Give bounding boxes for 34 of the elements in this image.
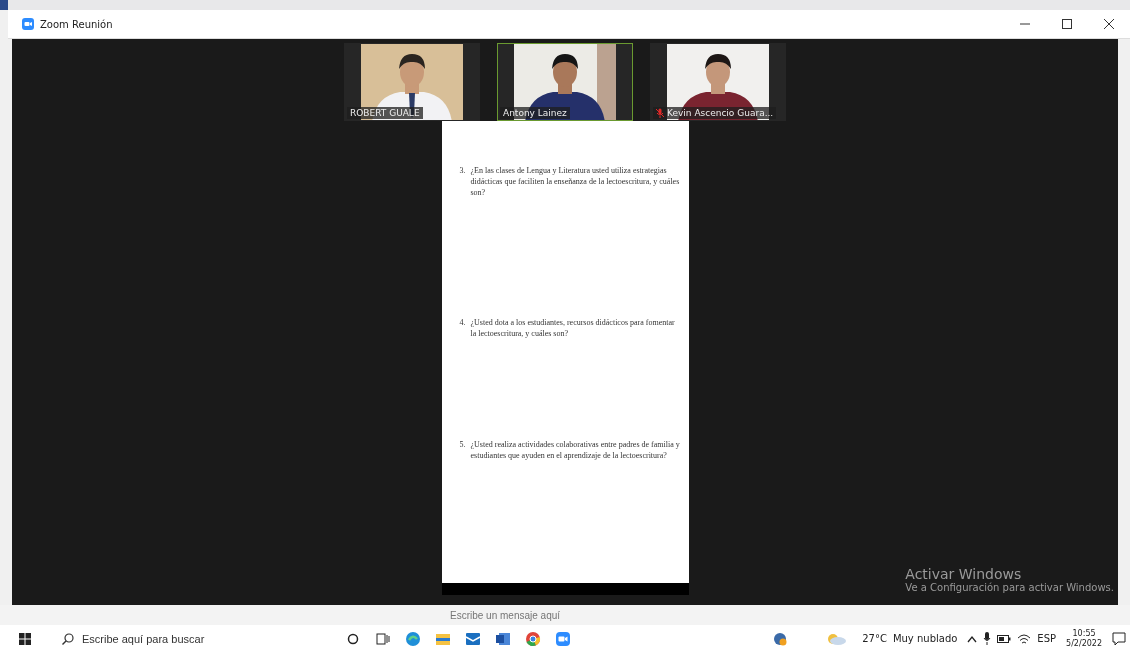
task-view-icon[interactable] <box>376 632 390 645</box>
activation-text: Ve a Configuración para activar Windows. <box>905 582 1114 593</box>
clock[interactable]: 10:55 5/2/2022 <box>1062 628 1106 649</box>
close-icon[interactable] <box>1104 19 1114 29</box>
video-tile[interactable]: Kevin Ascencio Guara... <box>650 43 786 121</box>
question-number: 3. <box>459 165 466 177</box>
video-tile[interactable]: ROBERT GUALE <box>344 43 480 121</box>
question-text: ¿Usted realiza actividades colaborativas entre padres de familia y estudiantes que ayuden en el aprendizaje de la lectoescritura? <box>470 438 681 462</box>
temperature: 27°C <box>862 633 887 644</box>
participant-name: Kevin Ascencio Guara... <box>667 108 774 118</box>
participant-name: Antony Lainez <box>503 108 567 118</box>
search-icon <box>62 632 74 645</box>
circle-icon[interactable] <box>347 632 359 645</box>
microphone-icon[interactable] <box>983 632 992 645</box>
language-indicator[interactable]: ESP <box>1037 633 1057 644</box>
app-tray-icon[interactable] <box>772 630 789 647</box>
battery-icon[interactable] <box>997 633 1012 644</box>
question-number: 4. <box>459 316 466 329</box>
start-icon[interactable] <box>19 632 31 645</box>
window-title: Zoom Reunión <box>40 18 113 30</box>
question-text: ¿Usted dota a los estudiantes, recursos didácticos para fomentar la lectoescritura, y cuáles son? <box>470 316 676 339</box>
activation-title: Activar Windows <box>905 566 1023 582</box>
video-tile[interactable]: Antony Lainez <box>497 43 633 121</box>
weather-text: Muy nublado <box>892 633 958 644</box>
maximize-icon[interactable] <box>1062 19 1072 29</box>
question-number: 5. <box>459 438 466 451</box>
wifi-icon[interactable] <box>1017 632 1032 645</box>
notification-icon[interactable] <box>1112 631 1126 646</box>
message-field[interactable]: Escribe un mensaje aquí <box>450 609 690 621</box>
camera-app-icon <box>22 18 34 30</box>
question-text: ¿En las clases de Lengua y Literatura usted utiliza estrategias didácticas que faciliten la enseñanza de la lectoescritura, y cuáles son? <box>470 165 681 199</box>
chevron-up-icon[interactable] <box>967 634 978 643</box>
search-field[interactable]: Escribe aquí para buscar <box>82 632 302 645</box>
participant-name: ROBERT GUALE <box>350 108 420 118</box>
